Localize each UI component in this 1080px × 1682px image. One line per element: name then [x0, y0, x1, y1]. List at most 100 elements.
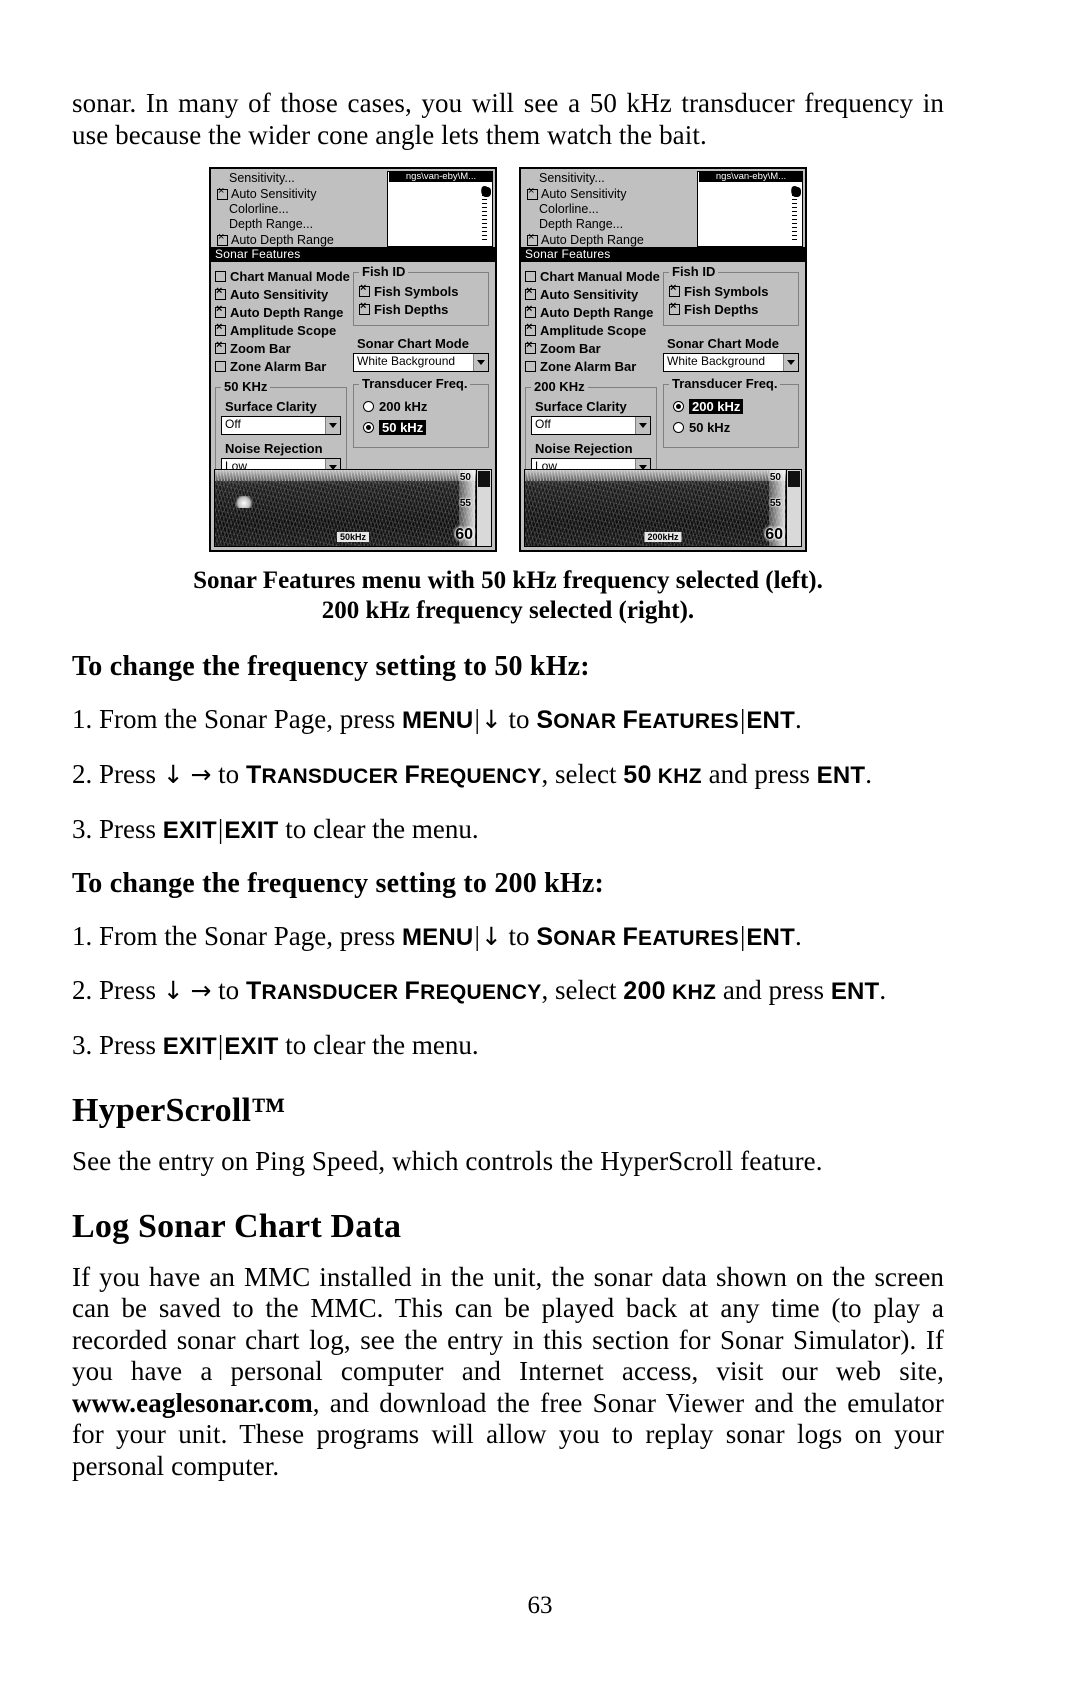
option-fish-depths[interactable]: Fish Depths — [359, 301, 483, 318]
checkbox-checked-icon[interactable] — [669, 283, 680, 298]
bg-menu-item[interactable]: Depth Range... — [217, 217, 387, 232]
bg-menu-item[interactable]: Auto Sensitivity — [527, 186, 697, 202]
bg-menu-item[interactable]: Sensitivity... — [527, 171, 697, 186]
checkbox-checked-icon[interactable] — [527, 232, 538, 246]
checkbox-checked-icon[interactable] — [359, 283, 370, 298]
checkbox-checked-icon[interactable] — [215, 322, 226, 337]
option-zoom-bar[interactable]: Zoom Bar — [215, 340, 347, 357]
surface-clarity-dropdown[interactable]: Off — [221, 416, 341, 436]
chevron-down-icon[interactable] — [473, 354, 488, 372]
background-menu-right: Sensitivity... Auto Sensitivity Colorlin… — [521, 169, 805, 248]
checkbox-checked-icon[interactable] — [359, 301, 370, 316]
option-zoom-bar[interactable]: Zoom Bar — [525, 340, 657, 357]
option-fish-symbols[interactable]: Fish Symbols — [669, 283, 793, 300]
bg-menu-item[interactable]: Auto Depth Range — [217, 232, 387, 248]
checkbox-checked-icon[interactable] — [525, 286, 536, 301]
chevron-down-icon[interactable] — [325, 417, 340, 435]
step-50-2: 2. Press ↓ → to TRANSDUCER FREQUENCY, se… — [72, 758, 944, 791]
bg-menu-item[interactable]: Colorline... — [527, 202, 697, 217]
option-fish-symbols[interactable]: Fish Symbols — [359, 283, 483, 300]
step-text: to — [501, 704, 537, 735]
checkbox-unchecked-icon[interactable] — [215, 361, 226, 373]
group-label: Fish ID — [669, 264, 719, 280]
surface-clarity-dropdown[interactable]: Off — [531, 416, 651, 436]
chevron-down-icon[interactable] — [783, 354, 798, 372]
checkbox-checked-icon[interactable] — [215, 340, 226, 355]
key-exit-1: EXIT — [162, 1033, 217, 1061]
checkbox-checked-icon[interactable] — [525, 304, 536, 319]
noise-rejection-label: Noise Rejection — [535, 441, 633, 457]
sonar-chart-mode-dropdown[interactable]: White Background — [663, 353, 799, 373]
scrollbar-thumb[interactable] — [788, 471, 800, 488]
key-menu: MENU — [401, 923, 474, 951]
option-chart-manual-mode[interactable]: Chart Manual Mode — [215, 268, 350, 285]
chart-scrollbar[interactable] — [476, 470, 491, 547]
option-label: Fish Symbols — [374, 284, 459, 300]
website-url[interactable]: www.eaglesonar.com — [72, 1388, 313, 1418]
radio-selected-icon[interactable] — [363, 422, 374, 434]
scrollbar-thumb[interactable] — [478, 471, 490, 488]
option-label: Chart Manual Mode — [540, 269, 660, 285]
sonar-chart-mode-label: Sonar Chart Mode — [667, 336, 779, 352]
chart-scrollbar[interactable] — [786, 470, 801, 547]
checkbox-checked-icon[interactable] — [217, 232, 228, 246]
sonar-chart-mode-dropdown[interactable]: White Background — [353, 353, 489, 373]
checkbox-unchecked-icon[interactable] — [525, 361, 536, 373]
no-checkbox-icon — [217, 221, 226, 230]
checkbox-checked-icon[interactable] — [215, 304, 226, 319]
radio-selected-icon[interactable] — [673, 401, 684, 413]
chevron-down-icon[interactable] — [635, 417, 650, 435]
checkbox-checked-icon[interactable] — [525, 340, 536, 355]
bg-menu-item[interactable]: Auto Sensitivity — [217, 186, 387, 202]
arrow-right-icon: → — [190, 759, 212, 789]
option-auto-depth-range[interactable]: Auto Depth Range — [215, 304, 347, 321]
radio-200khz[interactable]: 200 kHz — [363, 399, 483, 414]
key-exit-1: EXIT — [162, 816, 217, 844]
sonar-unit-200khz: Sensitivity... Auto Sensitivity Colorlin… — [519, 167, 807, 553]
option-chart-manual-mode[interactable]: Chart Manual Mode — [525, 268, 660, 285]
option-label: Auto Sensitivity — [540, 287, 639, 303]
radio-50khz[interactable]: 50 kHz — [673, 420, 793, 435]
surface-clarity-label: Surface Clarity — [225, 399, 317, 415]
checkbox-unchecked-icon[interactable] — [525, 271, 536, 283]
step-200-1: 1. From the Sonar Page, press MENU|↓ to … — [72, 920, 944, 953]
menu-name-cap: S — [536, 706, 554, 735]
fish-id-group: Fish ID Fish Symbols Fish Depths — [353, 264, 489, 327]
bg-menu-item[interactable]: Sensitivity... — [217, 171, 387, 186]
option-zone-alarm-bar[interactable]: Zone Alarm Bar — [215, 358, 347, 375]
option-label: Auto Depth Range — [230, 305, 344, 321]
checkbox-checked-icon[interactable] — [527, 186, 538, 200]
option-amplitude-scope[interactable]: Amplitude Scope — [525, 322, 657, 339]
radio-unselected-icon[interactable] — [673, 422, 684, 434]
dialog-title-bar: Sonar Features — [211, 247, 495, 263]
option-auto-sensitivity[interactable]: Auto Sensitivity — [525, 286, 657, 303]
option-zone-alarm-bar[interactable]: Zone Alarm Bar — [525, 358, 657, 375]
radio-unselected-icon[interactable] — [363, 401, 374, 413]
option-amplitude-scope[interactable]: Amplitude Scope — [215, 322, 347, 339]
checkbox-checked-icon[interactable] — [525, 322, 536, 337]
checkbox-checked-icon[interactable] — [669, 301, 680, 316]
freq-value-cap: 50 — [623, 760, 652, 789]
menu-name-rest2: EATURES — [638, 926, 739, 950]
option-auto-sensitivity[interactable]: Auto Sensitivity — [215, 286, 347, 303]
preview-depth-scale — [792, 195, 797, 242]
option-fish-depths[interactable]: Fish Depths — [669, 301, 793, 318]
group-label: Transducer Freq. — [669, 376, 781, 392]
checkbox-unchecked-icon[interactable] — [215, 271, 226, 283]
option-label: Chart Manual Mode — [230, 269, 350, 285]
bg-menu-item[interactable]: Auto Depth Range — [527, 232, 697, 248]
radio-200khz[interactable]: 200 kHz — [673, 399, 793, 415]
dialog-left-column: Chart Manual Mode Auto Sensitivity Auto … — [215, 268, 350, 491]
step-number: 1. — [72, 704, 93, 735]
heading-hyperscroll: HyperScroll™ — [72, 1091, 286, 1129]
step-200-2: 2. Press ↓ → to TRANSDUCER FREQUENCY, se… — [72, 974, 944, 1007]
step-number: 2. — [72, 758, 93, 789]
bg-menu-item[interactable]: Depth Range... — [527, 217, 697, 232]
checkbox-checked-icon[interactable] — [217, 186, 228, 200]
radio-50khz[interactable]: 50 kHz — [363, 420, 483, 436]
option-label: Zoom Bar — [230, 341, 291, 357]
option-auto-depth-range[interactable]: Auto Depth Range — [525, 304, 657, 321]
menu-name-cap2: F — [404, 760, 421, 789]
checkbox-checked-icon[interactable] — [215, 286, 226, 301]
bg-menu-item[interactable]: Colorline... — [217, 202, 387, 217]
